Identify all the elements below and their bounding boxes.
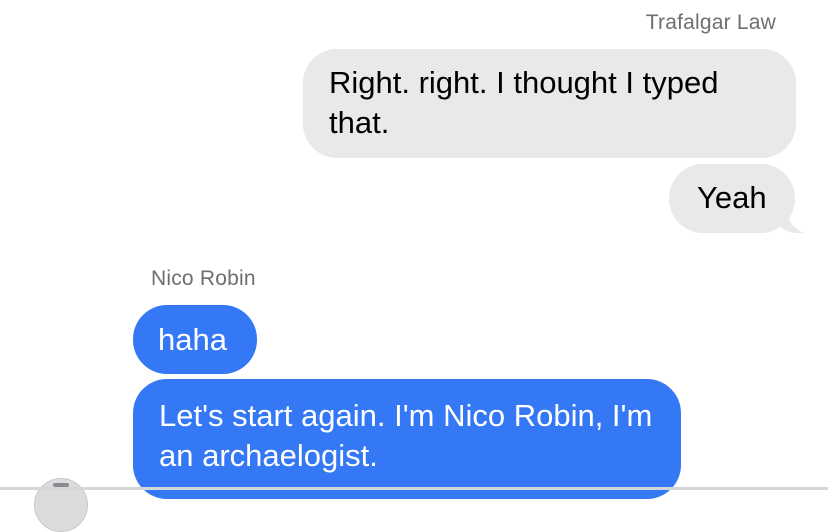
message-bubble-incoming[interactable]: Right. right. I thought I typed that. [303, 49, 796, 158]
message-bubble-outgoing[interactable]: Let's start again. I'm Nico Robin, I'm a… [133, 379, 681, 499]
bubble-tail-icon [780, 204, 804, 234]
message-bubble-outgoing[interactable]: haha [133, 305, 257, 374]
sender-name-nico-robin: Nico Robin [151, 267, 256, 290]
sender-name-trafalgar-law: Trafalgar Law [645, 11, 776, 34]
message-bubble-incoming[interactable]: Yeah [669, 164, 795, 233]
